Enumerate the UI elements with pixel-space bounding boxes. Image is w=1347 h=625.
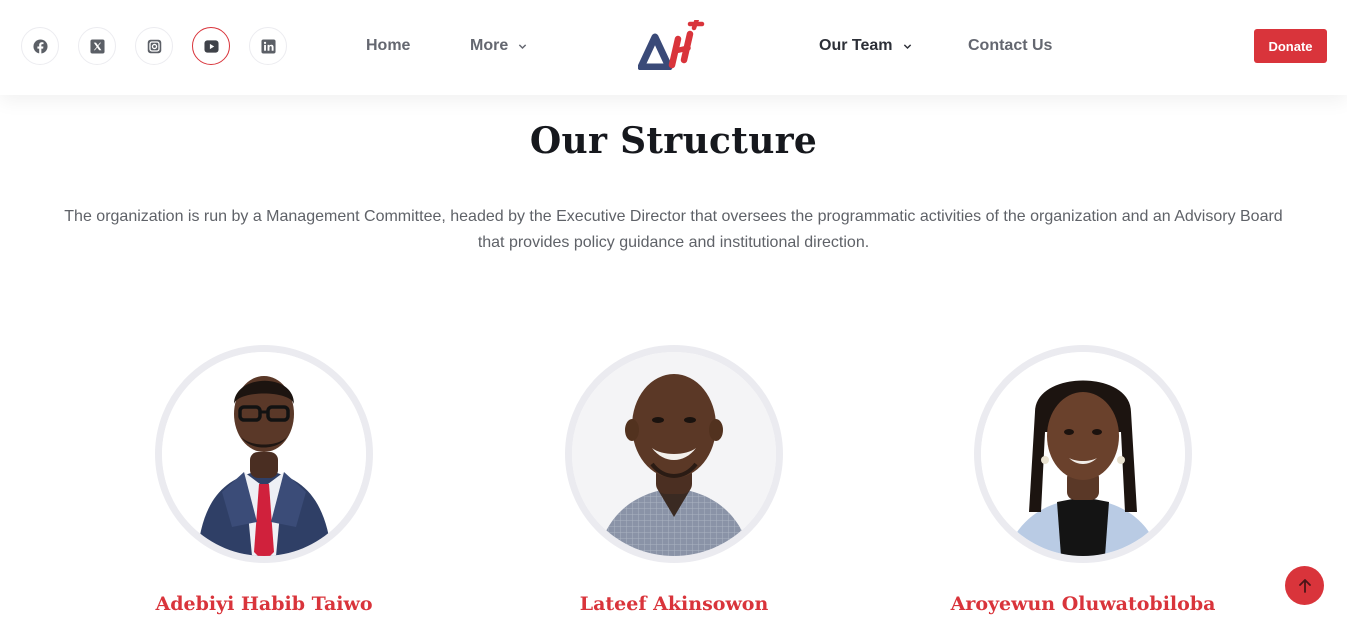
- portrait-man-smiling: [572, 352, 776, 556]
- back-to-top-button[interactable]: [1285, 566, 1324, 605]
- youtube-link[interactable]: [192, 27, 230, 65]
- chevron-down-icon: [903, 43, 911, 49]
- linkedin-link[interactable]: [249, 27, 287, 65]
- nav-more[interactable]: More: [470, 36, 527, 56]
- site-header: Home More Our Team Contact Us Donate: [0, 0, 1347, 95]
- arrow-up-icon: [1298, 578, 1311, 593]
- chevron-down-icon: [519, 43, 527, 49]
- x-twitter-icon: [89, 38, 105, 54]
- instagram-link[interactable]: [135, 27, 173, 65]
- member-name: Aroyewun Oluwatobiloba: [950, 593, 1216, 615]
- nav-home-label: Home: [366, 37, 411, 54]
- team-member-card: Aroyewun Oluwatobiloba: [918, 345, 1248, 615]
- logo-mark: [637, 16, 705, 71]
- instagram-icon: [147, 39, 161, 53]
- nav-our-team-label: Our Team: [819, 37, 893, 54]
- member-photo[interactable]: [565, 345, 783, 563]
- member-photo[interactable]: [974, 345, 1192, 563]
- member-photo[interactable]: [155, 345, 373, 563]
- nav-our-team[interactable]: Our Team: [819, 36, 912, 56]
- facebook-icon: [32, 38, 48, 54]
- page-title: Our Structure: [529, 120, 818, 162]
- facebook-link[interactable]: [21, 27, 59, 65]
- portrait-woman-braids: [981, 352, 1185, 556]
- portrait-man-suit: [162, 352, 366, 556]
- linkedin-icon: [260, 38, 276, 54]
- social-links: [21, 27, 287, 65]
- team-member-card: Adebiyi Habib Taiwo: [99, 345, 429, 615]
- x-twitter-link[interactable]: [78, 27, 116, 65]
- team-member-card: Lateef Akinsowon: [509, 345, 839, 615]
- intro-text: The organization is run by a Management …: [64, 208, 1283, 251]
- nav-contact-label: Contact Us: [968, 37, 1053, 54]
- nav-home[interactable]: Home: [366, 36, 410, 56]
- nav-contact-us[interactable]: Contact Us: [968, 36, 1052, 56]
- donate-button[interactable]: Donate: [1254, 29, 1327, 63]
- member-name: Adebiyi Habib Taiwo: [155, 593, 373, 615]
- nav-more-label: More: [470, 37, 509, 54]
- member-name: Lateef Akinsowon: [579, 593, 769, 615]
- site-logo[interactable]: [637, 16, 710, 71]
- youtube-icon: [203, 39, 219, 53]
